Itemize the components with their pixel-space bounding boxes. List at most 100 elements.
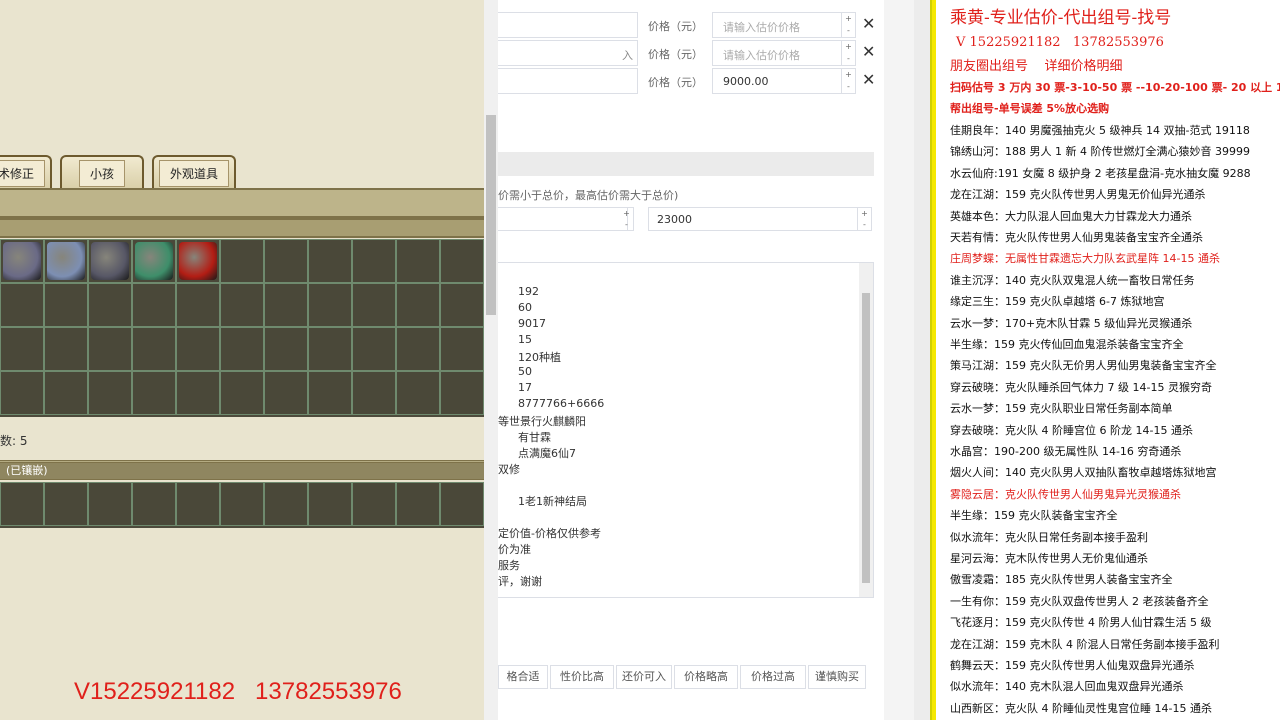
inventory-slot[interactable] xyxy=(308,327,352,371)
inventory-slot[interactable] xyxy=(352,239,396,283)
socket-slot[interactable] xyxy=(264,482,308,526)
socket-slot[interactable] xyxy=(0,482,44,526)
inventory-slot[interactable] xyxy=(264,239,308,283)
item-name-input[interactable] xyxy=(498,12,638,38)
socket-slot[interactable] xyxy=(440,482,484,526)
inventory-slot[interactable] xyxy=(88,283,132,327)
inventory-slot[interactable] xyxy=(132,327,176,371)
tab-skill-fix[interactable]: 术修正 xyxy=(0,155,52,189)
scrollbar-thumb[interactable] xyxy=(486,115,496,315)
delete-icon[interactable]: ✕ xyxy=(862,42,875,61)
inventory-slot[interactable] xyxy=(88,371,132,415)
inventory-slot[interactable] xyxy=(396,239,440,283)
inventory-slot[interactable] xyxy=(176,283,220,327)
inventory-slot[interactable] xyxy=(352,283,396,327)
price-input[interactable]: 请输入估价价格 xyxy=(712,12,842,38)
delete-icon[interactable]: ✕ xyxy=(862,14,875,33)
inventory-slot[interactable] xyxy=(264,283,308,327)
max-price-input[interactable]: 23000 xyxy=(648,207,858,231)
scrollbar-thumb[interactable] xyxy=(862,293,870,583)
min-price-input[interactable] xyxy=(498,207,628,231)
item-name-input[interactable] xyxy=(498,68,638,94)
inventory-slot[interactable] xyxy=(132,371,176,415)
inventory-slot[interactable] xyxy=(440,283,484,327)
rating-chip[interactable]: 还价可入 xyxy=(616,665,672,689)
inventory-slot[interactable] xyxy=(352,371,396,415)
rating-chip[interactable]: 谨慎购买 xyxy=(808,665,866,689)
rating-chip[interactable]: 性价比高 xyxy=(550,665,614,689)
rating-chip[interactable]: 价格略高 xyxy=(674,665,738,689)
rating-chip[interactable]: 价格过高 xyxy=(740,665,806,689)
inventory-slot[interactable] xyxy=(264,327,308,371)
min-price-stepper[interactable]: + - xyxy=(620,207,634,231)
socket-slot[interactable] xyxy=(44,482,88,526)
description-line: 价为准 xyxy=(498,543,531,556)
inventory-slot[interactable] xyxy=(88,327,132,371)
inventory-slot[interactable] xyxy=(396,283,440,327)
price-input[interactable]: 9000.00 xyxy=(712,68,842,94)
inventory-slot[interactable] xyxy=(0,327,44,371)
textarea-scrollbar[interactable] xyxy=(859,263,873,597)
account-listing-line: 谁主沉浮：140 克火队双鬼混人统一畜牧日常任务 xyxy=(950,273,1195,287)
inventory-slot[interactable] xyxy=(396,371,440,415)
socket-slot[interactable] xyxy=(132,482,176,526)
inventory-slot[interactable] xyxy=(308,239,352,283)
account-listing-line: 龙在江湖：159 克火队传世男人男鬼无价仙异光通杀 xyxy=(950,188,1206,202)
tab-child[interactable]: 小孩 xyxy=(60,155,144,189)
account-listing-line: 佳期良年：140 男魔强抽克火 5 级神兵 14 双抽-范式 19118 xyxy=(950,124,1250,137)
description-line: 服务 xyxy=(498,559,520,572)
account-listing-line: 山西新区：克火队 4 阶睡仙灵性鬼宫位睡 14-15 通杀 xyxy=(950,701,1212,715)
inventory-slot[interactable] xyxy=(308,283,352,327)
inventory-slot[interactable] xyxy=(176,327,220,371)
price-row: 价格（元） 请输入估价价格 + - ✕ xyxy=(498,12,884,38)
description-textarea[interactable]: 192 60 9017 15 120种植 50 17 8777766+6666 等世景行火麒麟阳… xyxy=(498,262,874,598)
page-scrollbar[interactable] xyxy=(914,0,930,720)
inventory-slot[interactable] xyxy=(440,327,484,371)
inventory-slot[interactable] xyxy=(220,239,264,283)
inventory-slot[interactable] xyxy=(396,327,440,371)
socket-slot[interactable] xyxy=(308,482,352,526)
inventory-slot[interactable] xyxy=(0,283,44,327)
item-name-input[interactable]: 入 xyxy=(498,40,638,66)
inventory-slot[interactable] xyxy=(352,327,396,371)
description-line: 60 xyxy=(518,301,532,314)
inventory-slot[interactable] xyxy=(220,283,264,327)
account-listing-line: 似水流年：克火队日常任务副本接手盈利 xyxy=(950,530,1148,544)
inventory-slot[interactable] xyxy=(440,371,484,415)
inventory-slot[interactable] xyxy=(132,283,176,327)
inventory-slot[interactable] xyxy=(264,371,308,415)
tab-appearance-items[interactable]: 外观道具 xyxy=(152,155,236,189)
inventory-slot[interactable] xyxy=(176,239,220,283)
inventory-slot[interactable] xyxy=(88,239,132,283)
price-stepper[interactable]: + - xyxy=(842,40,856,66)
inventory-slot[interactable] xyxy=(44,327,88,371)
inventory-slot[interactable] xyxy=(0,239,44,283)
price-stepper[interactable]: + - xyxy=(842,12,856,38)
description-line: 192 xyxy=(518,285,539,298)
staff-item-icon xyxy=(135,242,173,280)
left-scrollbar[interactable] xyxy=(484,0,498,720)
rating-chip[interactable]: 格合适 xyxy=(498,665,548,689)
inventory-slot[interactable] xyxy=(44,239,88,283)
max-price-stepper[interactable]: + - xyxy=(858,207,872,231)
inventory-slot[interactable] xyxy=(176,371,220,415)
socket-slot[interactable] xyxy=(396,482,440,526)
inventory-slot[interactable] xyxy=(44,371,88,415)
inventory-slot[interactable] xyxy=(220,371,264,415)
inventory-slot[interactable] xyxy=(440,239,484,283)
socket-slot[interactable] xyxy=(88,482,132,526)
inventory-slot[interactable] xyxy=(220,327,264,371)
socket-slot[interactable] xyxy=(352,482,396,526)
socket-slot[interactable] xyxy=(176,482,220,526)
inventory-slot[interactable] xyxy=(0,371,44,415)
account-listing-line: 穿云破晓：克火队睡杀回气体力 7 级 14-15 灵猴穷奇 xyxy=(950,380,1212,394)
inventory-slot[interactable] xyxy=(44,283,88,327)
inventory-slot[interactable] xyxy=(132,239,176,283)
inventory-slot[interactable] xyxy=(308,371,352,415)
delete-icon[interactable]: ✕ xyxy=(862,70,875,89)
price-stepper[interactable]: + - xyxy=(842,68,856,94)
price-label: 价格（元） xyxy=(648,20,703,33)
socket-slot[interactable] xyxy=(220,482,264,526)
account-listing-line: 傲雪凌霜：185 克火队传世男人装备宝宝齐全 xyxy=(950,573,1173,587)
price-input[interactable]: 请输入估价价格 xyxy=(712,40,842,66)
